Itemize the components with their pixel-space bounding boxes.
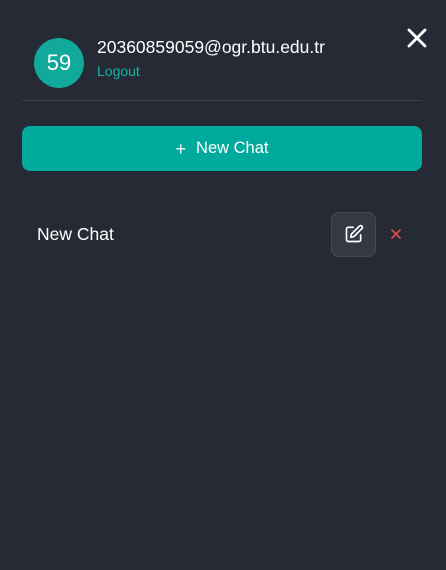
logout-link[interactable]: Logout [97,62,325,80]
new-chat-label: New Chat [196,139,269,157]
plus-icon: + [175,138,187,159]
delete-chat-button[interactable] [386,224,406,244]
user-info: 20360859059@ogr.btu.edu.tr Logout [97,36,325,80]
edit-icon [345,224,363,243]
close-button[interactable] [402,24,432,52]
edit-chat-button[interactable] [331,211,376,257]
user-email: 20360859059@ogr.btu.edu.tr [97,37,325,57]
close-icon [407,28,427,48]
divider [22,100,422,101]
avatar: 59 [34,38,84,88]
new-chat-button[interactable]: + New Chat [22,126,422,171]
chat-list-item[interactable]: New Chat [22,208,422,260]
user-profile: 59 20360859059@ogr.btu.edu.tr Logout [34,36,325,88]
chat-title: New Chat [37,223,114,244]
sidebar-panel: 59 20360859059@ogr.btu.edu.tr Logout + N… [0,0,446,570]
delete-icon [391,229,401,239]
